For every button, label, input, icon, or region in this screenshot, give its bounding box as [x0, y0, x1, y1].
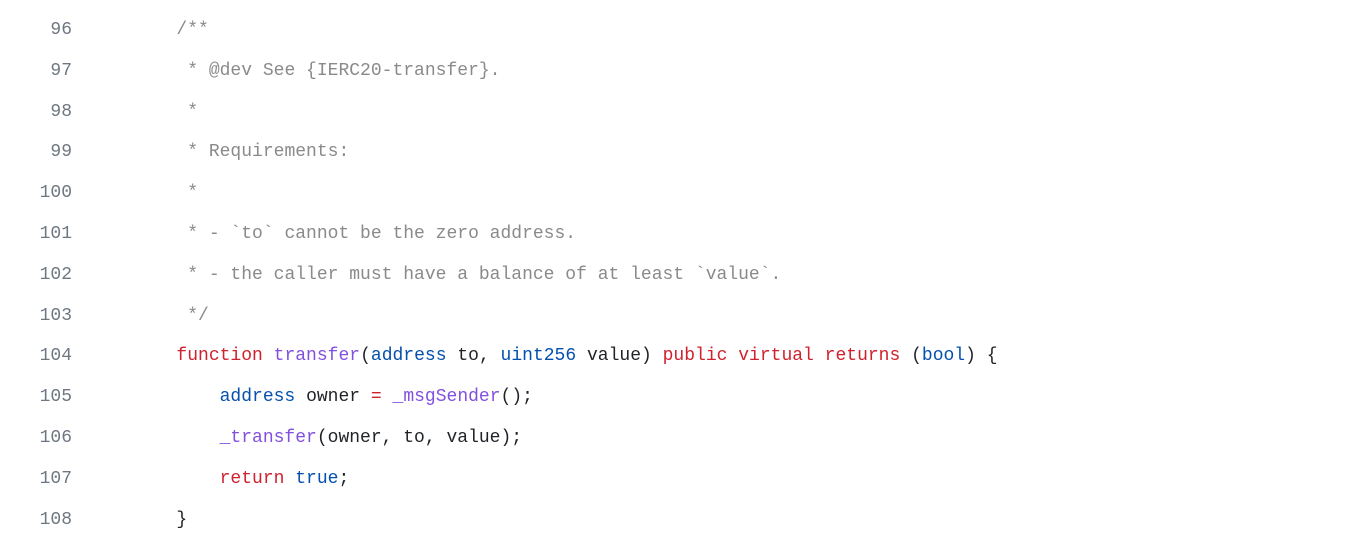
code-line: 96 /** — [0, 10, 1356, 51]
line-content: function transfer(address to, uint256 va… — [90, 336, 1356, 377]
line-content: return true; — [90, 459, 1356, 500]
line-number: 97 — [0, 51, 90, 92]
line-content: /** — [90, 10, 1356, 51]
line-content: address owner = _msgSender(); — [90, 377, 1356, 418]
code-line: 97 * @dev See {IERC20-transfer}. — [0, 51, 1356, 92]
line-content: * @dev See {IERC20-transfer}. — [90, 51, 1356, 92]
line-number: 104 — [0, 336, 90, 377]
line-content: * — [90, 173, 1356, 214]
code-line: 103 */ — [0, 296, 1356, 337]
line-content: * - `to` cannot be the zero address. — [90, 214, 1356, 255]
code-block: 96 /**97 * @dev See {IERC20-transfer}.98… — [0, 0, 1356, 550]
line-number: 96 — [0, 10, 90, 51]
line-number: 100 — [0, 173, 90, 214]
code-line: 102 * - the caller must have a balance o… — [0, 255, 1356, 296]
line-content: * - the caller must have a balance of at… — [90, 255, 1356, 296]
code-line: 104 function transfer(address to, uint25… — [0, 336, 1356, 377]
code-line: 99 * Requirements: — [0, 132, 1356, 173]
line-content: */ — [90, 296, 1356, 337]
code-line: 105 address owner = _msgSender(); — [0, 377, 1356, 418]
line-number: 105 — [0, 377, 90, 418]
line-number: 107 — [0, 459, 90, 500]
line-number: 106 — [0, 418, 90, 459]
code-line: 107 return true; — [0, 459, 1356, 500]
line-number: 101 — [0, 214, 90, 255]
code-line: 100 * — [0, 173, 1356, 214]
line-number: 98 — [0, 92, 90, 133]
line-number: 103 — [0, 296, 90, 337]
line-number: 102 — [0, 255, 90, 296]
code-line: 106 _transfer(owner, to, value); — [0, 418, 1356, 459]
code-line: 101 * - `to` cannot be the zero address. — [0, 214, 1356, 255]
code-line: 98 * — [0, 92, 1356, 133]
line-content: * — [90, 92, 1356, 133]
line-content: * Requirements: — [90, 132, 1356, 173]
line-number: 99 — [0, 132, 90, 173]
line-content: _transfer(owner, to, value); — [90, 418, 1356, 459]
